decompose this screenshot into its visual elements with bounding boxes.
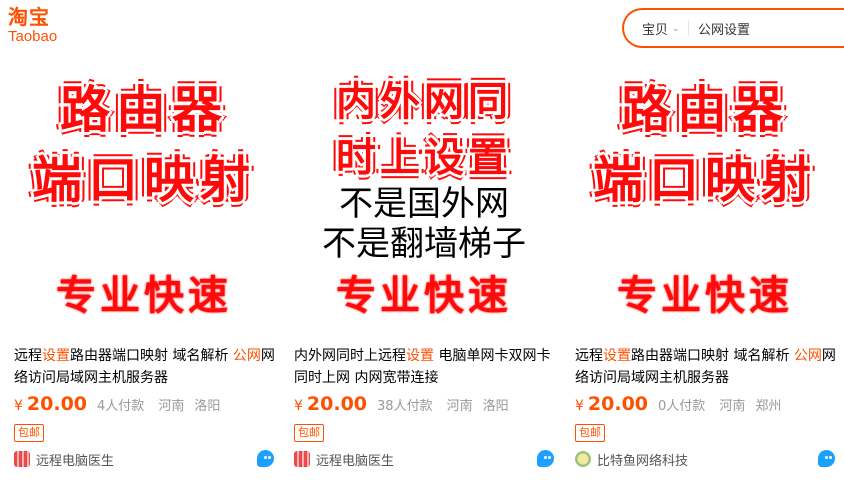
shop-red-icon (14, 451, 30, 467)
deal-count: 38人付款 (377, 399, 433, 414)
free-shipping-badge: 包邮 (294, 424, 324, 442)
poster-line1: 路由器 (621, 81, 789, 139)
title-highlight: 设置 (406, 348, 434, 364)
poster-line2: 端口映射 (32, 151, 256, 209)
price-row: ¥ 20.00 4人付款 河南 洛阳 (14, 393, 278, 417)
shop-fish-icon (575, 451, 591, 467)
shop-name[interactable]: 比特鱼网络科技 (597, 450, 688, 469)
poster-bottom: 专业快速 (56, 273, 232, 319)
product-grid: 路由器 端口映射 专业快速 远程设置路由器端口映射 域名解析 公网网络访问局域网… (0, 64, 844, 483)
currency-symbol: ¥ (575, 398, 584, 414)
title-text: 内外网同时上远程 (294, 348, 406, 364)
location-province: 河南 (719, 399, 746, 414)
shop-name[interactable]: 远程电脑医生 (316, 450, 394, 469)
search-input[interactable] (698, 18, 844, 38)
deal-count: 4人付款 (97, 399, 145, 414)
logo-chinese: 淘宝 (8, 5, 50, 29)
title-text: 远程 (14, 348, 42, 364)
title-text: 路由器端口映射 域名解析 (631, 348, 794, 364)
poster-black-line1: 不是国外网 (339, 184, 509, 224)
title-highlight: 设置 (42, 348, 70, 364)
shop-red-icon (294, 451, 310, 467)
poster-line1: 内外网同 (336, 79, 512, 125)
logo-english: Taobao (8, 28, 58, 45)
location-province: 河南 (446, 399, 473, 414)
price: 20.00 (306, 393, 368, 415)
product-card[interactable]: 路由器 端口映射 专业快速 远程设置路由器端口映射 域名解析 公网网络访问局域网… (571, 64, 839, 483)
location-city: 洛阳 (194, 399, 221, 414)
poster-line2: 时上设置 (336, 135, 512, 181)
poster-line2: 端口映射 (593, 151, 817, 209)
product-image[interactable]: 路由器 端口映射 专业快速 (10, 64, 278, 332)
currency-symbol: ¥ (14, 398, 23, 414)
title-highlight: 设置 (603, 348, 631, 364)
poster-bottom: 专业快速 (336, 273, 512, 319)
title-highlight: 公网 (232, 348, 261, 364)
location-city: 洛阳 (482, 399, 509, 414)
deal-count: 0人付款 (658, 399, 706, 414)
product-image[interactable]: 路由器 端口映射 专业快速 (571, 64, 839, 332)
title-text: 远程 (575, 348, 603, 364)
search-category-select[interactable]: 宝贝 ⌄ (642, 19, 680, 38)
shop-row: 远程电脑医生 (294, 448, 558, 470)
search-divider (688, 20, 689, 36)
shop-name[interactable]: 远程电脑医生 (36, 450, 114, 469)
poster-bottom: 专业快速 (617, 273, 793, 319)
shop-row: 比特鱼网络科技 (575, 448, 839, 470)
title-text: 路由器端口映射 域名解析 (70, 348, 233, 364)
location-city: 郑州 (755, 399, 782, 414)
wangwang-chat-icon[interactable] (537, 450, 554, 467)
search-category-label: 宝贝 (642, 23, 669, 38)
price: 20.00 (587, 393, 649, 415)
price-row: ¥ 20.00 0人付款 河南 郑州 (575, 393, 839, 417)
location-province: 河南 (158, 399, 185, 414)
chevron-down-icon: ⌄ (672, 23, 680, 34)
poster-line1: 路由器 (60, 81, 228, 139)
wangwang-chat-icon[interactable] (257, 450, 274, 467)
poster-black-line2: 不是翻墙梯子 (322, 224, 526, 264)
price: 20.00 (26, 393, 88, 415)
currency-symbol: ¥ (294, 398, 303, 414)
product-title[interactable]: 远程设置路由器端口映射 域名解析 公网网络访问局域网主机服务器 (14, 345, 276, 389)
top-header: 淘宝 Taobao 宝贝 ⌄ (0, 0, 844, 60)
free-shipping-badge: 包邮 (14, 424, 44, 442)
title-highlight: 公网 (793, 348, 822, 364)
wangwang-chat-icon[interactable] (818, 450, 835, 467)
product-image[interactable]: 内外网同 时上设置 不是国外网 不是翻墙梯子 专业快速 (290, 64, 558, 332)
product-card[interactable]: 内外网同 时上设置 不是国外网 不是翻墙梯子 专业快速 内外网同时上远程设置 电… (290, 64, 558, 483)
taobao-logo[interactable]: 淘宝 Taobao (8, 6, 78, 54)
product-title[interactable]: 远程设置路由器端口映射 域名解析 公网网络访问局域网主机服务器 (575, 345, 837, 389)
free-shipping-badge: 包邮 (575, 424, 605, 442)
product-title[interactable]: 内外网同时上远程设置 电脑单网卡双网卡同时上网 内网宽带连接 (294, 345, 556, 389)
product-card[interactable]: 路由器 端口映射 专业快速 远程设置路由器端口映射 域名解析 公网网络访问局域网… (10, 64, 278, 483)
shop-row: 远程电脑医生 (14, 448, 278, 470)
price-row: ¥ 20.00 38人付款 河南 洛阳 (294, 393, 558, 417)
search-box: 宝贝 ⌄ (622, 8, 844, 48)
